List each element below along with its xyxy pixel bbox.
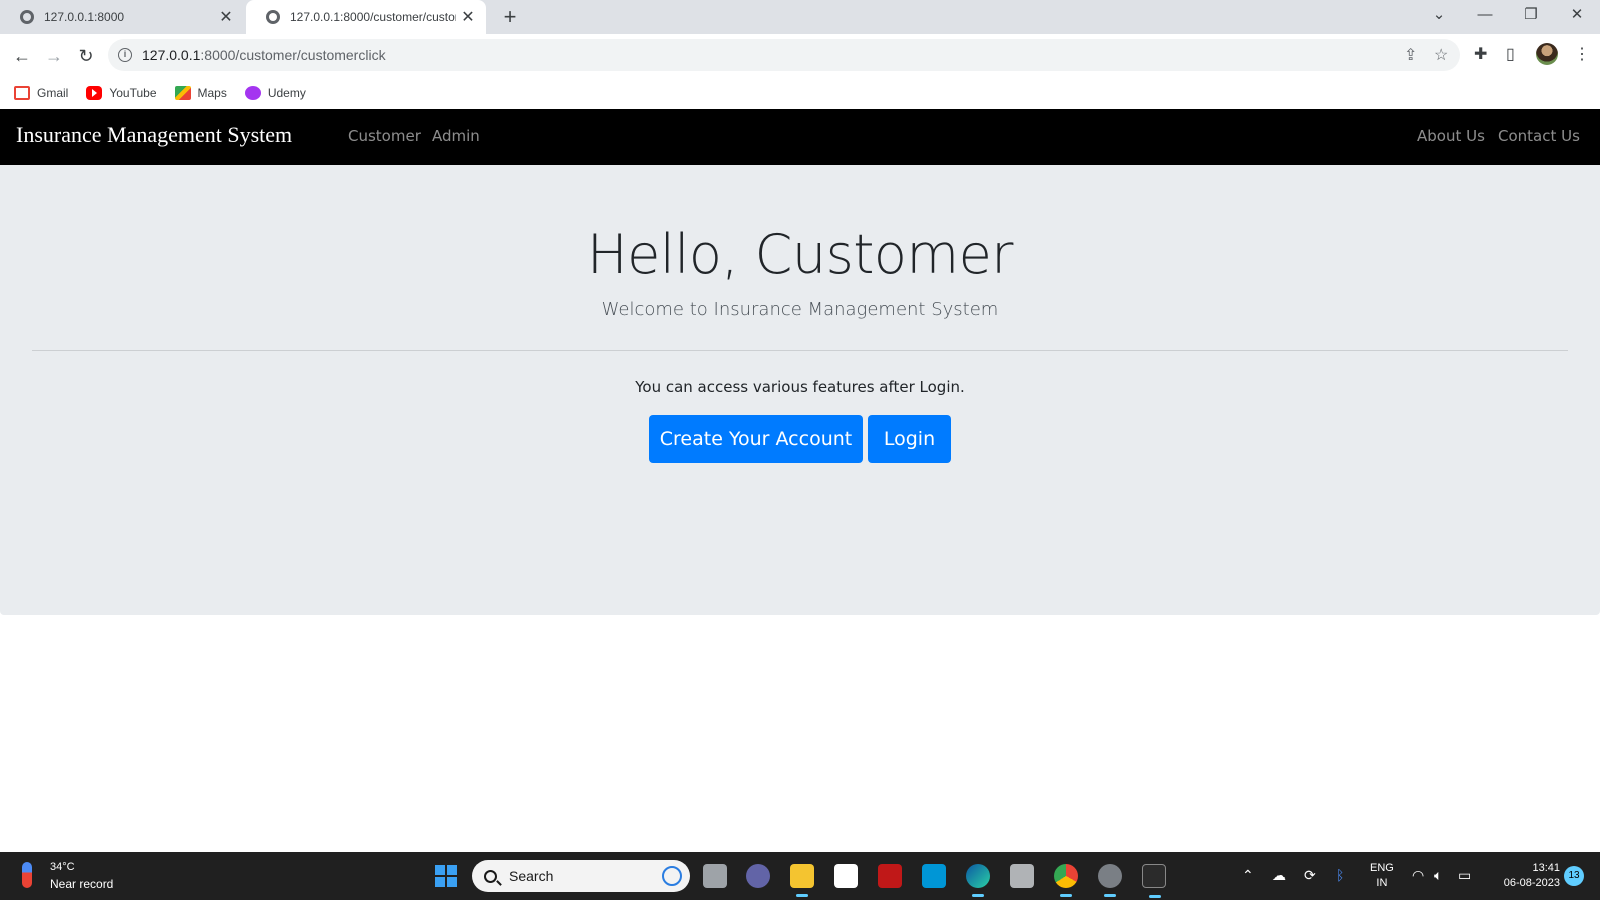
page-title: Hello, Customer — [586, 223, 1014, 286]
bookmark-udemy[interactable]: Udemy — [244, 85, 306, 100]
url-host: 127.0.0.1 — [142, 47, 201, 63]
globe-icon — [266, 10, 280, 24]
forward-icon[interactable]: → — [40, 42, 68, 70]
nav-link-customer[interactable]: Customer — [348, 127, 421, 145]
gmail-icon — [14, 85, 30, 100]
close-window-button[interactable]: ✕ — [1554, 0, 1600, 30]
nav-link-admin[interactable]: Admin — [432, 127, 480, 145]
jumbotron: Hello, Customer Welcome to Insurance Man… — [0, 165, 1600, 615]
tab-title: 127.0.0.1:8000/customer/custom — [290, 10, 456, 24]
bookmark-youtube[interactable]: YouTube — [86, 85, 157, 100]
mcafee-icon[interactable] — [878, 864, 902, 888]
browser-toolbar: ← → ↻ i 127.0.0.1:8000/customer/customer… — [0, 34, 1600, 76]
browser-tab-1[interactable]: 127.0.0.1:8000 ✕ — [0, 0, 244, 34]
settings-icon[interactable] — [1098, 864, 1122, 897]
file-explorer-icon[interactable] — [790, 864, 814, 897]
profile-avatar[interactable] — [1536, 43, 1558, 65]
clock-time: 13:41 — [1532, 862, 1560, 874]
clock[interactable]: 13:41 06-08-2023 — [1490, 861, 1560, 891]
url-path: :8000/customer/customerclick — [200, 47, 386, 63]
minimize-button[interactable]: — — [1462, 0, 1508, 30]
teams-icon[interactable] — [746, 864, 770, 888]
myhp-icon[interactable] — [922, 864, 946, 888]
language-code: ENG — [1370, 862, 1394, 874]
create-account-button[interactable]: Create Your Account — [649, 415, 863, 463]
language-indicator[interactable]: ENG IN — [1370, 861, 1394, 891]
bookmark-star-icon[interactable]: ☆ — [1434, 45, 1448, 65]
chevron-up-icon[interactable]: ⌃ — [1242, 867, 1254, 884]
site-brand[interactable]: Insurance Management System — [16, 122, 292, 148]
start-button[interactable] — [435, 865, 457, 887]
chrome-icon[interactable] — [1054, 864, 1078, 897]
nav-link-about-us[interactable]: About Us — [1417, 127, 1485, 145]
taskbar-search[interactable]: Search — [472, 860, 690, 892]
access-info-text: You can access various features after Lo… — [635, 378, 965, 396]
weather-description[interactable]: Near record — [50, 877, 113, 891]
notification-badge[interactable]: 13 — [1564, 866, 1584, 886]
globe-icon — [20, 10, 34, 24]
tab-search-icon[interactable]: ⌄ — [1416, 0, 1462, 30]
browser-tab-2[interactable]: 127.0.0.1:8000/customer/custom ✕ — [246, 0, 486, 34]
onedrive-icon[interactable]: ☁ — [1272, 867, 1286, 884]
edge-icon[interactable] — [966, 864, 990, 897]
clock-date: 06-08-2023 — [1503, 877, 1560, 889]
address-bar[interactable]: i 127.0.0.1:8000/customer/customerclick … — [108, 39, 1460, 71]
bookmark-label: Maps — [197, 85, 227, 100]
wifi-icon[interactable]: ◠ — [1412, 867, 1424, 884]
udemy-icon — [244, 85, 261, 100]
tab-title: 127.0.0.1:8000 — [44, 10, 125, 24]
side-panel-icon[interactable]: ▯ — [1506, 44, 1515, 64]
search-icon — [484, 869, 497, 883]
restore-button[interactable]: ❐ — [1508, 0, 1554, 30]
bookmark-maps[interactable]: Maps — [174, 85, 227, 100]
youtube-icon — [86, 85, 103, 100]
bookmarks-bar: Gmail YouTube Maps Udemy — [0, 76, 1600, 109]
close-tab-icon[interactable]: ✕ — [456, 7, 480, 27]
store-icon[interactable] — [834, 864, 858, 888]
bookmark-gmail[interactable]: Gmail — [14, 85, 69, 100]
bookmark-label: YouTube — [109, 85, 157, 100]
terminal-icon[interactable] — [1142, 864, 1166, 898]
welcome-subtitle: Welcome to Insurance Management System — [601, 299, 999, 320]
drive-icon[interactable] — [1010, 864, 1034, 888]
bluetooth-icon[interactable]: ᛒ — [1336, 867, 1344, 883]
windows-taskbar: 34°C Near record Search ⌃ ☁ ⟳ ᛒ ENG IN ◠… — [0, 852, 1600, 900]
login-button[interactable]: Login — [868, 415, 951, 463]
url-text[interactable]: 127.0.0.1:8000/customer/customerclick — [142, 47, 386, 63]
language-region: IN — [1376, 877, 1388, 889]
bookmark-label: Gmail — [37, 85, 69, 100]
task-view-icon[interactable] — [703, 864, 727, 888]
menu-icon[interactable]: ⋮ — [1574, 44, 1590, 64]
sync-icon[interactable]: ⟳ — [1304, 867, 1316, 884]
thermometer-icon[interactable] — [22, 862, 32, 888]
bookmark-label: Udemy — [267, 85, 306, 100]
share-icon[interactable]: ⇪ — [1404, 45, 1417, 65]
battery-icon[interactable]: ▭ — [1458, 867, 1471, 884]
volume-icon[interactable]: 🔈︎ — [1434, 867, 1442, 884]
info-icon[interactable]: i — [118, 48, 132, 62]
extensions-icon[interactable]: ✚ — [1474, 44, 1487, 64]
search-placeholder: Search — [509, 868, 554, 884]
site-navbar: Insurance Management System Customer Adm… — [0, 109, 1600, 165]
new-tab-button[interactable]: + — [498, 4, 522, 30]
close-tab-icon[interactable]: ✕ — [214, 7, 238, 27]
nav-link-contact-us[interactable]: Contact Us — [1498, 127, 1580, 145]
tab-strip: 127.0.0.1:8000 ✕ 127.0.0.1:8000/customer… — [0, 0, 1600, 34]
reload-icon[interactable]: ↻ — [72, 42, 100, 70]
weather-temperature[interactable]: 34°C — [50, 861, 75, 873]
bing-icon[interactable] — [662, 866, 682, 886]
back-icon[interactable]: ← — [8, 42, 36, 70]
maps-icon — [174, 85, 191, 100]
divider — [32, 350, 1568, 351]
